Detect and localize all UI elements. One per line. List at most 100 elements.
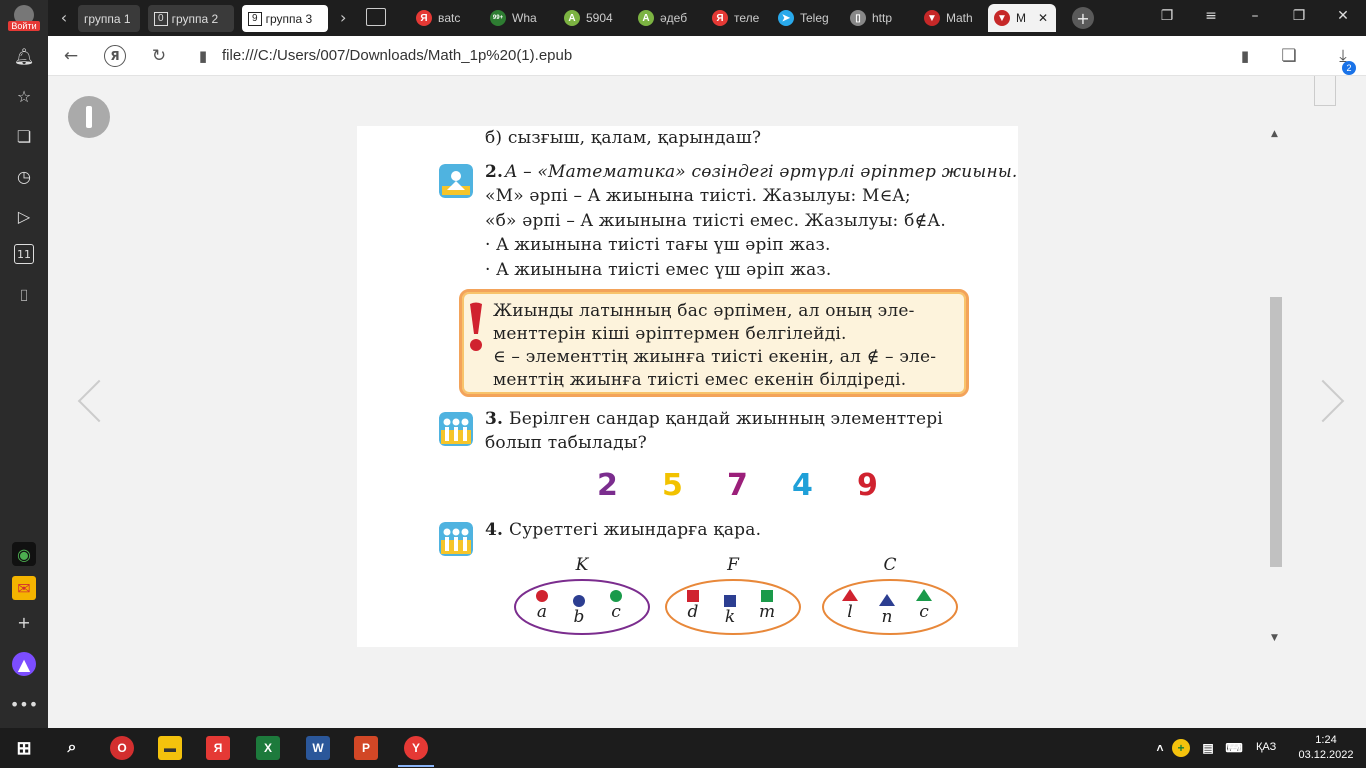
task-4-line: Суреттегі жиындарға қара. xyxy=(509,520,762,540)
browser-tab[interactable]: Явatc xyxy=(410,4,480,32)
tab-label: теле xyxy=(734,11,760,25)
tab-group-2[interactable]: 0 группа 2 xyxy=(148,5,234,32)
pause-button[interactable] xyxy=(68,96,110,138)
scrollbar-thumb[interactable] xyxy=(1270,297,1282,567)
browser-tab[interactable]: ➤ Teleg xyxy=(772,4,840,32)
tab-group-count: 0 xyxy=(154,11,168,26)
tab-label: http xyxy=(872,11,893,25)
tab-group-3[interactable]: 9 группа 3 xyxy=(242,5,328,32)
reload-icon[interactable]: ↻ xyxy=(148,45,170,67)
bell-icon[interactable]: 🔔︎ xyxy=(12,44,36,68)
excel-icon[interactable]: X xyxy=(256,736,280,760)
note-line-1: Жиынды латынның бас әрпімен, ал оның эле… xyxy=(493,301,915,321)
video-icon[interactable]: ▷ xyxy=(12,204,36,228)
search-icon[interactable]: ⌕ xyxy=(60,736,84,760)
star-icon[interactable]: ☆ xyxy=(12,84,36,108)
bookmark-icon[interactable]: ▮ xyxy=(1234,45,1256,67)
login-button[interactable]: Войти xyxy=(0,0,48,36)
tab-strip: Войти ‹ группа 1 0 группа 2 9 группа 3 ›… xyxy=(0,0,1366,36)
browser-tab[interactable]: ▯ http xyxy=(844,4,914,32)
group-icon xyxy=(439,412,473,446)
telegram-icon: ➤ xyxy=(778,10,794,26)
set-element-label: l xyxy=(847,602,852,622)
close-tab-icon[interactable]: ✕ xyxy=(1038,11,1048,25)
calendar-icon[interactable]: 11 xyxy=(14,244,34,264)
scroll-up-icon[interactable]: ▲ xyxy=(1271,129,1278,139)
yandex-icon: Я xyxy=(712,10,728,26)
task-3-number-item: 7 xyxy=(727,468,748,503)
collections-icon[interactable]: ❏ xyxy=(1278,45,1300,67)
task-2-line-1: A – «Математика» сөзіндегі әртүрлі әріпт… xyxy=(505,162,1018,182)
note-line-2: менттерін кіші әріптермен белгілейді. xyxy=(493,324,847,344)
browser-tab[interactable]: Aәдеб xyxy=(632,4,702,32)
task-3-number-item: 9 xyxy=(857,468,878,503)
tab-group-1[interactable]: группа 1 xyxy=(78,5,140,32)
word-icon[interactable]: W xyxy=(306,736,330,760)
set-element-label: c xyxy=(919,602,929,622)
chevron-right-icon[interactable]: › xyxy=(340,8,346,27)
task-3-line-2: болып табылады? xyxy=(485,433,647,453)
login-label: Войти xyxy=(8,21,40,31)
new-group-icon[interactable] xyxy=(366,8,386,26)
tab-label: вatc xyxy=(438,11,461,25)
close-window-icon[interactable]: ✕ xyxy=(1328,8,1358,24)
bookmark-ribbon-icon[interactable] xyxy=(1314,76,1336,106)
task-3-number-item: 2 xyxy=(597,468,618,503)
url-field[interactable]: file:///C:/Users/007/Downloads/Math_1p%2… xyxy=(222,47,572,64)
browser-tab[interactable]: ▼ M ✕ xyxy=(988,4,1056,32)
taskbar: ⊞ ⌕ O ▬ Я X W P Y ˄ + ▤ ⌨ xyxy=(0,728,1366,768)
alice-app-icon[interactable]: ◉ xyxy=(12,542,36,566)
scroll-down-icon[interactable]: ▼ xyxy=(1271,633,1278,643)
set-name: F xyxy=(726,555,740,575)
history-icon[interactable]: ◷ xyxy=(12,164,36,188)
set-element-circle xyxy=(573,595,585,607)
restore-icon[interactable]: ❐ xyxy=(1284,8,1314,24)
browser-tab[interactable]: A 5904 xyxy=(558,4,628,32)
clock-date: 03.12.2022 xyxy=(1298,749,1354,761)
set-element-triangle xyxy=(879,594,895,606)
minimize-icon[interactable]: – xyxy=(1240,8,1270,24)
tabs-icon[interactable]: ❐ xyxy=(1152,8,1182,24)
back-arrow-icon[interactable]: ← xyxy=(60,45,82,67)
windows-start-icon[interactable]: ⊞ xyxy=(12,736,36,760)
task-3-number: 3. xyxy=(485,409,504,429)
tab-group-label: группа 3 xyxy=(265,11,313,26)
language-indicator[interactable]: ҚАЗ xyxy=(1256,741,1276,753)
more-icon[interactable]: ••• xyxy=(10,692,38,716)
set-name: C xyxy=(883,555,896,575)
set-element-circle xyxy=(536,590,548,602)
chevron-up-icon[interactable]: ˄ xyxy=(1148,736,1172,760)
task-3-line-1: Берілген сандар қандай жиынның элементте… xyxy=(509,409,943,429)
network-icon[interactable]: ▤ xyxy=(1196,736,1220,760)
powerpoint-icon[interactable]: P xyxy=(354,736,378,760)
mail-icon[interactable]: ✉ xyxy=(12,576,36,600)
yandex-browser-icon[interactable]: Я xyxy=(206,736,230,760)
browser-tab[interactable]: Ятеле xyxy=(706,4,768,32)
yandex-active-icon[interactable]: Y xyxy=(404,736,428,760)
clock[interactable]: 1:24 03.12.2022 xyxy=(1292,733,1360,763)
answer-b-line: б) сызғыш, қалам, қарындаш? xyxy=(485,128,762,148)
screenshot-icon[interactable]: ⌷ xyxy=(12,284,36,308)
task-2-line-2: «М» әрпі – A жиынына тиісті. Жазылуы: М∈… xyxy=(485,186,911,206)
browser-sidebar: 🔔︎ ☆ ❏ ◷ ▷ 11 ⌷ ◉ ✉ + ▲ ••• xyxy=(0,36,48,728)
menu-icon[interactable]: ≡ xyxy=(1196,8,1226,24)
file-icon: ▮ xyxy=(198,47,208,65)
set-element-triangle xyxy=(842,589,858,601)
opera-icon[interactable]: O xyxy=(110,736,134,760)
antivirus-icon[interactable]: + xyxy=(1172,739,1190,757)
browser-tab[interactable]: ▼ Math xyxy=(918,4,984,32)
keyboard-icon[interactable]: ⌨ xyxy=(1222,736,1246,760)
chevron-left-icon[interactable]: ‹ xyxy=(56,8,72,27)
group-icon xyxy=(439,522,473,556)
alice-icon[interactable]: ▲ xyxy=(12,652,36,676)
collections-icon[interactable]: ❏ xyxy=(12,124,36,148)
browser-tab[interactable]: 99+ Wha xyxy=(484,4,554,32)
reading-book-icon xyxy=(439,164,473,198)
set-element-label: n xyxy=(882,607,893,627)
yandex-icon[interactable]: Я xyxy=(104,45,126,67)
file-explorer-icon[interactable]: ▬ xyxy=(158,736,182,760)
new-tab-button[interactable]: + xyxy=(1072,7,1094,29)
epub-icon: ▼ xyxy=(924,10,940,26)
add-icon[interactable]: + xyxy=(12,610,36,634)
set-element-label: m xyxy=(759,602,775,622)
